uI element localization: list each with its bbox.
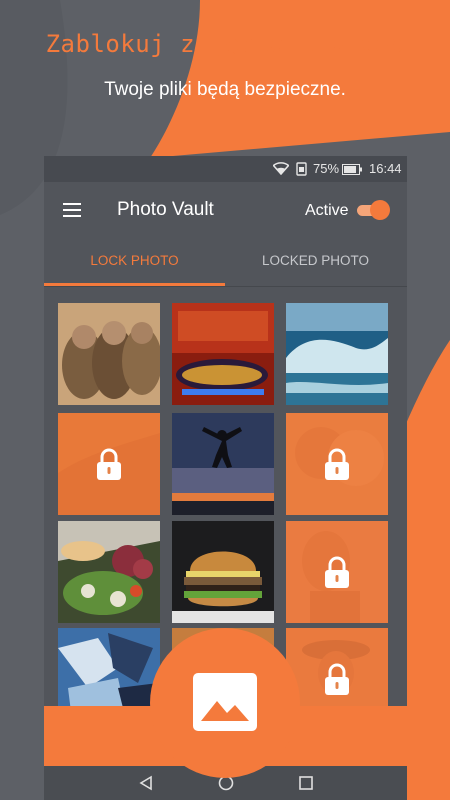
status-bar: 75% 16:44 bbox=[44, 156, 407, 182]
padlock-icon bbox=[97, 448, 121, 480]
photo-tile-burger[interactable] bbox=[172, 521, 274, 623]
tab-lock-photo[interactable]: LOCK PHOTO bbox=[44, 240, 225, 286]
promo-subtitle: Twoje pliki będą bezpieczne. bbox=[104, 79, 346, 100]
tab-locked-photo[interactable]: LOCKED PHOTO bbox=[225, 240, 406, 286]
photo-tile-couple[interactable] bbox=[286, 413, 388, 515]
clock: 16:44 bbox=[369, 161, 402, 176]
padlock-icon bbox=[325, 663, 349, 695]
app-title: Photo Vault bbox=[117, 199, 214, 220]
image-icon bbox=[193, 673, 257, 731]
active-toggle[interactable] bbox=[357, 200, 390, 220]
app-toolbar: Photo Vault Active bbox=[44, 182, 407, 240]
photo-tile-autumn-field[interactable] bbox=[58, 413, 160, 515]
add-photo-button[interactable] bbox=[150, 628, 300, 778]
back-icon[interactable] bbox=[138, 775, 154, 791]
photo-tile-woman-portrait[interactable] bbox=[286, 521, 388, 623]
wifi-icon bbox=[273, 162, 289, 175]
recents-icon[interactable] bbox=[298, 775, 314, 791]
battery-icon bbox=[342, 164, 362, 175]
hamburger-menu-icon[interactable] bbox=[63, 203, 81, 217]
photo-tile-ocean-wave[interactable] bbox=[286, 303, 388, 405]
promo-title: Zablokuj zdjęcia i wideo bbox=[45, 30, 405, 58]
sim-card-icon bbox=[296, 162, 307, 176]
padlock-icon bbox=[325, 556, 349, 588]
photo-tile-carnival[interactable] bbox=[172, 303, 274, 405]
photo-tile-jumping-person[interactable] bbox=[172, 413, 274, 515]
photo-tile-monkeys[interactable] bbox=[58, 303, 160, 405]
photo-tile-salad[interactable] bbox=[58, 521, 160, 623]
padlock-icon bbox=[325, 448, 349, 480]
active-label: Active bbox=[305, 202, 349, 219]
battery-percent: 75% bbox=[313, 161, 340, 176]
tab-bar: LOCK PHOTO LOCKED PHOTO bbox=[44, 240, 407, 287]
